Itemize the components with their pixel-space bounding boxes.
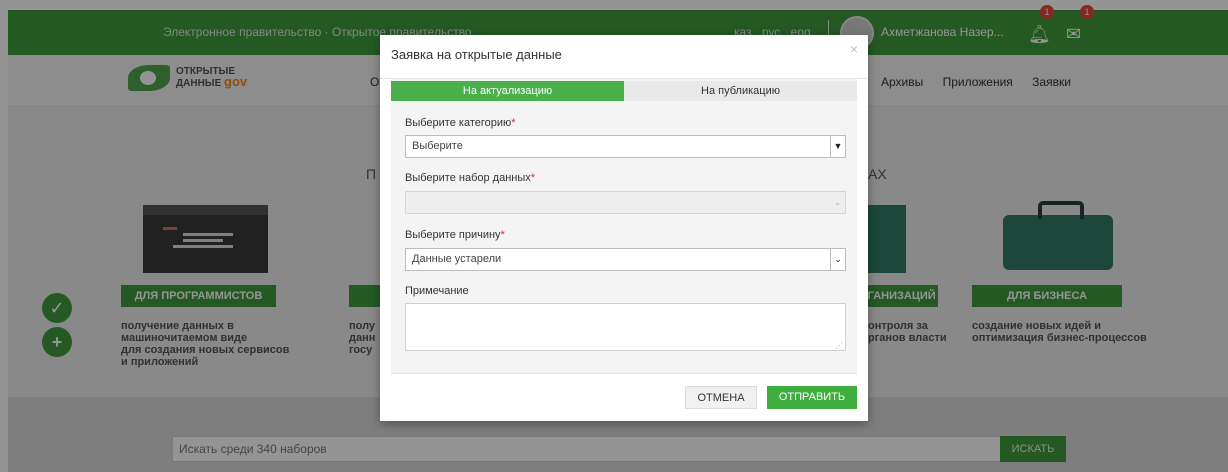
category-select[interactable]: Выберите ▼	[405, 135, 846, 158]
note-label: Примечание	[405, 285, 469, 297]
request-modal: Заявка на открытые данные × На актуализа…	[380, 35, 868, 421]
tab-publish[interactable]: На публикацию	[624, 81, 857, 101]
category-label: Выберите категорию*	[405, 117, 516, 129]
tab-update[interactable]: На актуализацию	[391, 81, 624, 101]
resize-handle-icon[interactable]: ⋰	[835, 341, 843, 350]
cancel-button[interactable]: ОТМЕНА	[685, 386, 757, 409]
submit-button[interactable]: ОТПРАВИТЬ	[767, 386, 857, 409]
reason-label: Выберите причину*	[405, 229, 505, 241]
modal-header: Заявка на открытые данные ×	[380, 35, 868, 79]
required-mark: *	[530, 172, 536, 184]
modal-title: Заявка на открытые данные	[391, 47, 562, 62]
chevron-down-icon: ⌄	[830, 249, 845, 270]
required-mark: *	[511, 117, 516, 129]
note-textarea[interactable]: ⋰	[405, 303, 846, 351]
required-mark: *	[500, 229, 505, 241]
modal-body: На актуализацию На публикацию Выберите к…	[391, 79, 857, 374]
dataset-select[interactable]: ⌄	[405, 191, 846, 214]
reason-select[interactable]: Данные устарели ⌄	[405, 248, 846, 271]
request-type-tabs: На актуализацию На публикацию	[391, 81, 857, 101]
close-icon[interactable]: ×	[850, 41, 858, 57]
dataset-label: Выберите набор данных*	[405, 172, 536, 184]
chevron-down-icon: ▼	[830, 136, 845, 157]
chevron-down-icon: ⌄	[833, 197, 842, 207]
